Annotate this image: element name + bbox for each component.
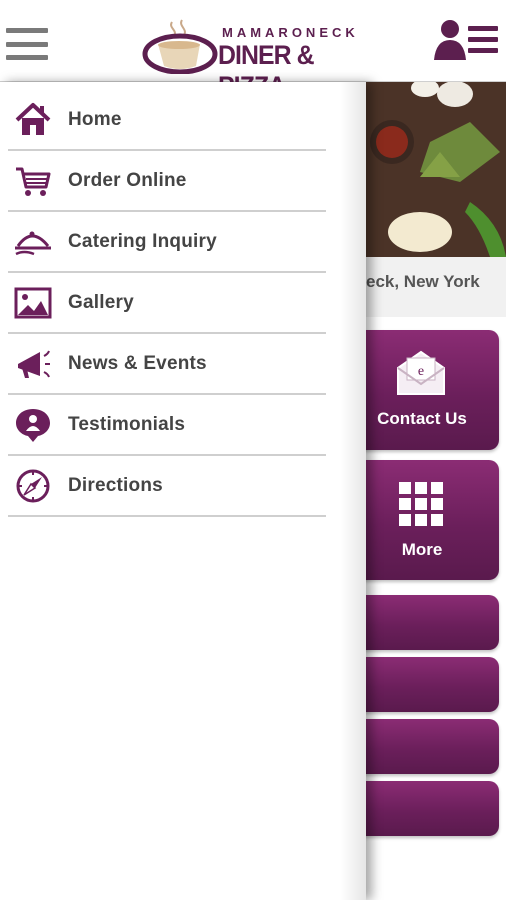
grid-icon [399,482,443,526]
drawer-item-label: Order Online [68,170,187,191]
location-caption: eck, New York [366,272,480,291]
menu-bar-2[interactable] [345,657,499,712]
drawer-item-home[interactable]: Home [8,90,326,151]
drawer-item-directions[interactable]: Directions [8,456,326,517]
coffee-cup-icon [142,19,218,74]
menu-bar-3[interactable] [345,719,499,774]
testimonial-icon [16,409,50,442]
drawer-item-news-events[interactable]: News & Events [8,334,326,395]
compass-icon [16,469,50,503]
svg-text:e: e [418,364,424,379]
megaphone-icon [18,350,50,378]
contact-us-tile[interactable]: e Contact Us [345,330,499,450]
drawer-item-label: Testimonials [68,414,186,435]
gallery-icon [14,287,52,319]
navigation-drawer: Home Order Online Catering Inquiry Galle… [0,82,366,900]
drawer-item-label: Directions [68,475,163,496]
shopping-cart-icon [16,167,51,196]
logo-subtitle: MAMARONECK [222,25,359,40]
home-icon [15,103,51,135]
drawer-item-testimonials[interactable]: Testimonials [8,395,326,456]
menu-bar-1[interactable] [345,595,499,650]
drawer-item-label: Home [68,109,122,130]
drawer-item-gallery[interactable]: Gallery [8,273,326,334]
more-tile[interactable]: More [345,460,499,580]
contact-us-label: Contact Us [377,409,467,428]
menu-bar-4[interactable]: l [345,781,499,836]
drawer-item-order-online[interactable]: Order Online [8,151,326,212]
user-menu-icon[interactable] [430,16,502,64]
drawer-item-catering-inquiry[interactable]: Catering Inquiry [8,212,326,273]
app-header: MAMARONECK DINER & PIZZA [0,0,506,101]
drawer-item-label: Catering Inquiry [68,231,217,252]
drawer-item-label: News & Events [68,353,207,374]
restaurant-logo: MAMARONECK DINER & PIZZA [140,8,360,101]
catering-tray-icon [15,231,51,256]
mail-icon: e [397,350,445,395]
drawer-item-label: Gallery [68,292,134,313]
more-label: More [401,540,443,559]
hamburger-menu-icon[interactable] [6,28,48,60]
